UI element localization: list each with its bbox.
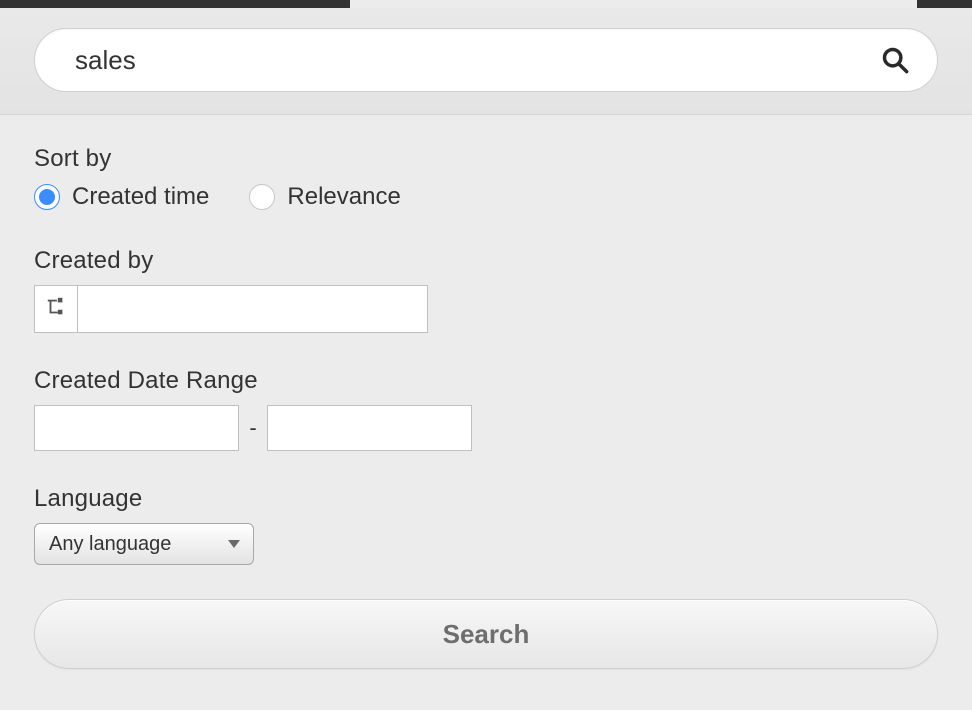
sort-by-label: Sort by [34, 145, 938, 173]
created-date-range-label: Created Date Range [34, 367, 938, 395]
created-by-label: Created by [34, 247, 938, 275]
date-from-input[interactable] [34, 405, 239, 451]
radio-icon [249, 184, 275, 210]
radio-label-relevance: Relevance [287, 183, 400, 211]
search-bar-container [0, 8, 972, 115]
org-tree-icon [45, 296, 67, 323]
sort-by-options: Created time Relevance [34, 183, 938, 211]
sort-radio-relevance[interactable]: Relevance [249, 183, 400, 211]
created-by-row [34, 285, 938, 333]
date-range-separator: - [239, 415, 267, 441]
search-icon[interactable] [881, 46, 909, 74]
radio-label-created-time: Created time [72, 183, 209, 211]
sort-radio-created-time[interactable]: Created time [34, 183, 209, 211]
org-tree-picker-button[interactable] [34, 285, 78, 333]
tab-segment-right [917, 0, 972, 8]
date-to-input[interactable] [267, 405, 472, 451]
search-input[interactable] [75, 45, 881, 76]
radio-icon [34, 184, 60, 210]
created-by-group: Created by [34, 247, 938, 333]
language-select-value: Any language [49, 533, 171, 556]
search-button[interactable]: Search [34, 599, 938, 669]
date-range-row: - [34, 405, 938, 451]
language-select-wrap: Any language [34, 523, 254, 565]
search-button-label: Search [443, 619, 530, 650]
language-select[interactable]: Any language [34, 523, 254, 565]
created-by-input[interactable] [78, 285, 428, 333]
created-date-range-group: Created Date Range - [34, 367, 938, 451]
language-label: Language [34, 485, 938, 513]
language-group: Language Any language [34, 485, 938, 565]
tab-segment-active [350, 0, 917, 8]
tab-segment-left [0, 0, 350, 8]
advanced-search-form: Sort by Created time Relevance Created b… [0, 115, 972, 703]
search-bar [34, 28, 938, 92]
top-tab-strip [0, 0, 972, 8]
